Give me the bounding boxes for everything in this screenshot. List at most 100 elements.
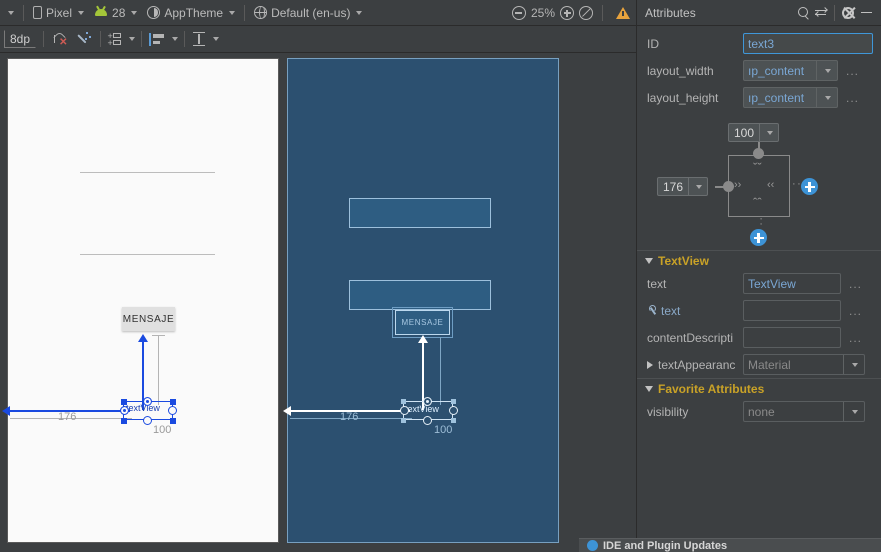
chevron-down-icon	[172, 37, 179, 41]
toolbar-separator	[100, 31, 102, 47]
resize-handle-tl[interactable]	[121, 399, 127, 405]
guidelines-button[interactable]: + +	[105, 28, 125, 50]
header-separator	[834, 4, 835, 21]
align-icon	[148, 32, 166, 46]
favorite-attributes-header[interactable]: Favorite Attributes	[637, 378, 881, 398]
distribute-icon	[193, 32, 206, 46]
align-dropdown[interactable]	[168, 28, 180, 50]
device-label: Pixel	[46, 5, 73, 20]
chevron-top-icon: ˇˇ	[753, 160, 762, 175]
resize-handle-tr[interactable]	[170, 399, 176, 405]
constraint-handle-bottom[interactable]	[143, 416, 152, 425]
align-button[interactable]	[146, 28, 168, 50]
bp-constraint-handle-end[interactable]	[449, 406, 458, 415]
margin-top-label: 100	[153, 424, 172, 436]
search-icon[interactable]	[794, 4, 812, 22]
device-selector[interactable]: Pixel	[28, 2, 89, 24]
design-surface[interactable]: MENSAJE 100 176 textView MENSAJE 100 176…	[0, 53, 636, 552]
bp-resize-handle-bl[interactable]	[401, 418, 406, 423]
minimize-icon[interactable]	[857, 4, 875, 22]
layout-width-combo[interactable]: ıp_content	[743, 60, 838, 81]
notification-bar[interactable]: IDE and Plugin Updates	[579, 538, 881, 552]
attr-row-visibility: visibility none	[637, 398, 881, 425]
resize-handle-br[interactable]	[170, 418, 176, 424]
attr-row-text: text ...	[637, 270, 881, 297]
edittext-field-2[interactable]	[80, 254, 215, 255]
visibility-combo[interactable]: none	[743, 401, 865, 422]
constraint-handle-start[interactable]	[120, 406, 129, 415]
bp-edittext-field-1[interactable]	[349, 198, 491, 228]
attribute-rows: ID layout_width ıp_content ... layout_he…	[637, 26, 881, 111]
distribute-button[interactable]	[189, 28, 209, 50]
zoom-fit-icon[interactable]	[579, 6, 593, 20]
overflow-dropdown[interactable]	[0, 2, 19, 24]
chevron-down-icon	[78, 10, 85, 15]
clear-constraints-button[interactable]: ✕	[48, 28, 72, 50]
visibility-label: visibility	[647, 404, 689, 419]
warning-icon[interactable]	[616, 7, 630, 19]
layout-height-value: ıp_content	[748, 90, 805, 105]
edittext-field-1[interactable]	[80, 172, 215, 173]
attr-row-design-text: text ...	[637, 297, 881, 324]
start-margin-combo[interactable]: 176	[657, 177, 709, 196]
layout-height-combo[interactable]: ıp_content	[743, 87, 838, 108]
mensaje-button[interactable]: MENSAJE	[122, 307, 175, 331]
default-margin-value[interactable]: 8dp	[4, 30, 37, 48]
layout-width-more-button[interactable]: ...	[846, 64, 859, 78]
distribute-dropdown[interactable]	[209, 28, 221, 50]
add-right-constraint-icon[interactable]	[801, 178, 818, 195]
text-appearance-label: textAppearanc	[647, 358, 743, 372]
theme-icon	[147, 6, 161, 19]
constraint-handle-top[interactable]	[143, 397, 152, 406]
constraint-handle-end[interactable]	[168, 406, 177, 415]
content-description-input[interactable]	[743, 327, 841, 348]
constraint-widget[interactable]: 100 176 ›› ‹‹ ˇˇ ˆˆ ··· ··	[637, 115, 881, 250]
bp-resize-handle-tr[interactable]	[451, 399, 456, 404]
locale-selector[interactable]: Default (en-us)	[249, 2, 367, 24]
chevron-down-icon	[131, 10, 138, 15]
textview-section-header[interactable]: TextView	[637, 250, 881, 270]
text-input[interactable]	[743, 273, 841, 294]
favorite-attributes-title: Favorite Attributes	[658, 381, 765, 396]
text-more-button[interactable]: ...	[849, 277, 862, 291]
id-input[interactable]	[743, 33, 873, 54]
attr-row-content-description: contentDescripti ...	[637, 324, 881, 351]
layout-height-more-button[interactable]: ...	[846, 91, 859, 105]
chevron-right-icon[interactable]	[647, 360, 653, 369]
chevron-down-icon	[229, 10, 236, 15]
api-level-selector[interactable]: 28	[89, 2, 142, 24]
content-description-more-button[interactable]: ...	[849, 331, 862, 345]
bp-edittext-field-2[interactable]	[349, 280, 491, 310]
design-text-input[interactable]	[743, 300, 841, 321]
text-appearance-combo[interactable]: Material	[743, 354, 865, 375]
infer-constraints-button[interactable]	[72, 28, 96, 50]
design-text-label-text: text	[661, 303, 681, 318]
bp-constraint-handle-bottom[interactable]	[423, 416, 432, 425]
zoom-in-icon[interactable]	[560, 6, 574, 20]
swap-arrows-icon[interactable]	[812, 4, 830, 22]
infer-constraints-icon	[76, 32, 92, 46]
bp-constraint-handle-start[interactable]	[400, 406, 409, 415]
add-bottom-constraint-icon[interactable]	[750, 229, 767, 246]
api-level-label: 28	[112, 5, 126, 20]
top-margin-combo[interactable]: 100	[728, 123, 780, 142]
bp-mensaje-button[interactable]: MENSAJE	[395, 310, 450, 335]
blueprint-preview[interactable]: MENSAJE 100 176 textView	[283, 59, 558, 542]
bp-textview-label: textView	[405, 404, 439, 414]
design-preview[interactable]: MENSAJE 100 176 textView	[2, 59, 278, 542]
bottom-dotted-connector: ··	[755, 217, 767, 228]
bp-resize-handle-br[interactable]	[451, 418, 456, 423]
bp-resize-handle-tl[interactable]	[401, 399, 406, 404]
chevron-down-icon	[8, 10, 14, 15]
bp-constraint-handle-top[interactable]	[423, 397, 432, 406]
android-icon	[94, 5, 108, 18]
margin-tick-top	[152, 335, 165, 336]
bp-constraint-arrow-start	[283, 406, 291, 416]
gear-icon[interactable]	[839, 4, 857, 22]
design-text-more-button[interactable]: ...	[849, 304, 862, 318]
guidelines-dropdown[interactable]	[125, 28, 137, 50]
zoom-out-icon[interactable]	[511, 6, 526, 20]
theme-selector[interactable]: AppTheme	[142, 2, 240, 24]
resize-handle-bl[interactable]	[121, 418, 127, 424]
bp-margin-start-label: 176	[340, 411, 359, 423]
